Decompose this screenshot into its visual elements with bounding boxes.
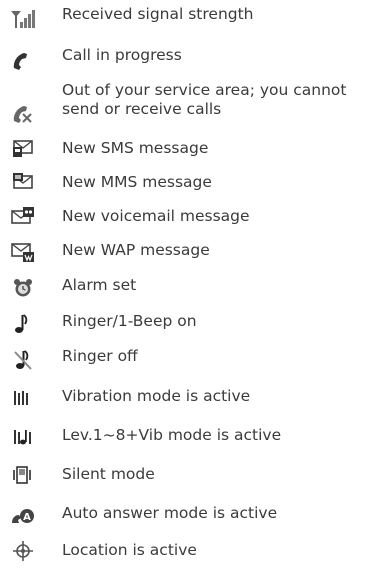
auto-answer-icon: A <box>10 505 36 527</box>
no-service-icon <box>10 103 36 125</box>
legend-label: Ringer/1-Beep on <box>62 312 197 330</box>
legend-label: Location is active <box>62 541 197 559</box>
legend-label: Vibration mode is active <box>62 387 251 405</box>
legend-label: Alarm set <box>62 276 137 294</box>
silent-mode-icon <box>10 465 36 487</box>
voicemail-icon <box>10 206 36 228</box>
legend-label: New voicemail message <box>62 207 250 225</box>
legend-label: New WAP message <box>62 241 210 259</box>
legend-label: Received signal strength <box>62 5 254 23</box>
signal-strength-icon <box>10 8 36 30</box>
legend-label: Auto answer mode is active <box>62 504 278 522</box>
legend-label-continued: send or receive calls <box>62 100 222 118</box>
ringer-vibration-icon <box>10 427 36 449</box>
legend-label: Call in progress <box>62 46 182 64</box>
mms-message-icon <box>10 172 36 194</box>
vibration-icon <box>10 388 36 410</box>
ringer-off-icon <box>10 349 36 371</box>
legend-label: Ringer off <box>62 347 138 365</box>
legend-label: Lev.1~8+Vib mode is active <box>62 426 282 444</box>
sms-message-icon <box>10 139 36 161</box>
call-in-progress-icon <box>10 50 36 72</box>
legend-label: Silent mode <box>62 465 155 483</box>
legend-label: New MMS message <box>62 173 212 191</box>
location-icon <box>10 540 36 562</box>
wap-message-icon <box>10 242 36 264</box>
legend-label: Out of your service area; you cannot <box>62 81 347 99</box>
legend-label: New SMS message <box>62 139 209 157</box>
alarm-clock-icon <box>10 278 36 300</box>
ringer-note-icon <box>10 313 36 335</box>
svg-text:A: A <box>23 512 31 523</box>
